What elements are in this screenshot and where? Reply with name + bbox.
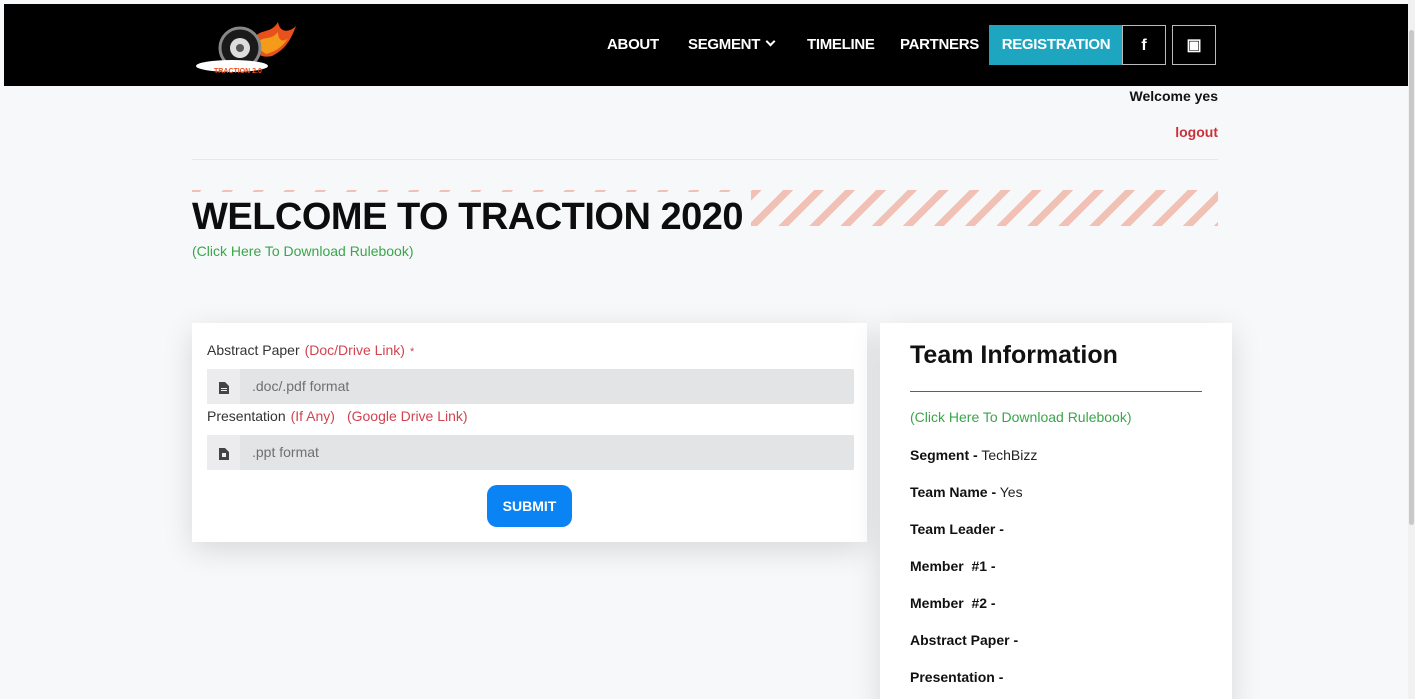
- row-label: Segment -: [910, 447, 978, 463]
- team-row-presentation: Presentation -: [910, 669, 1003, 685]
- logout-link[interactable]: logout: [1175, 124, 1218, 140]
- presentation-hint-drive: (Google Drive Link): [346, 408, 468, 424]
- nav-timeline[interactable]: TIMELINE: [807, 4, 875, 86]
- row-value: TechBizz: [981, 447, 1038, 463]
- row-label: Member #1 -: [910, 558, 996, 574]
- presentation-label-text: Presentation: [207, 408, 286, 424]
- team-title-underline: [910, 391, 1202, 392]
- nav-about[interactable]: ABOUT: [607, 4, 659, 86]
- team-row-team-leader: Team Leader -: [910, 521, 1004, 537]
- required-asterisk: *: [409, 346, 415, 358]
- welcome-user-text: Welcome yes: [1129, 88, 1218, 104]
- top-navbar: TRACTION 2.0 ABOUT SEGMENT TIMELINE PART…: [4, 4, 1408, 86]
- team-row-abstract-paper: Abstract Paper -: [910, 632, 1018, 648]
- abstract-hint: (Doc/Drive Link): [304, 342, 405, 358]
- row-label: Team Leader -: [910, 521, 1004, 537]
- abstract-paper-input[interactable]: .doc/.pdf format: [207, 369, 854, 404]
- team-row-team-name: Team Name - Yes: [910, 484, 1023, 500]
- row-value: Yes: [999, 484, 1023, 500]
- row-label: Abstract Paper -: [910, 632, 1019, 648]
- team-row-segment: Segment - TechBizz: [910, 447, 1037, 463]
- file-icon: [207, 369, 240, 404]
- discord-icon[interactable]: ▣: [1172, 25, 1216, 65]
- submit-button[interactable]: SUBMIT: [487, 485, 572, 527]
- row-label: Presentation -: [910, 669, 1004, 685]
- traction-logo[interactable]: TRACTION 2.0: [192, 16, 302, 78]
- scrollbar-thumb[interactable]: [1409, 30, 1414, 525]
- presentation-hint-optional: (If Any): [290, 408, 335, 424]
- download-rulebook-link[interactable]: (Click Here To Download Rulebook): [192, 243, 414, 259]
- team-info-title: Team Information: [910, 341, 1118, 369]
- facebook-icon[interactable]: f: [1122, 25, 1166, 65]
- nav-segment[interactable]: SEGMENT: [688, 4, 776, 86]
- file-icon: [207, 435, 240, 470]
- team-row-member-1: Member #1 -: [910, 558, 996, 574]
- row-label: Member #2 -: [910, 595, 996, 611]
- nav-segment-label: SEGMENT: [688, 36, 761, 53]
- page-title: WELCOME TO TRACTION 2020: [192, 192, 752, 242]
- presentation-input[interactable]: .ppt format: [207, 435, 854, 470]
- row-label: Team Name -: [910, 484, 997, 500]
- header-divider: [192, 159, 1218, 160]
- abstract-paper-label: Abstract Paper (Doc/Drive Link) *: [207, 342, 414, 358]
- nav-partners[interactable]: PARTNERS: [900, 4, 979, 86]
- team-row-member-2: Member #2 -: [910, 595, 996, 611]
- presentation-placeholder: .ppt format: [252, 444, 319, 460]
- presentation-label: Presentation (If Any) (Google Drive Link): [207, 408, 468, 424]
- submission-form: Abstract Paper (Doc/Drive Link) * .doc/.pd…: [192, 323, 867, 542]
- team-download-rulebook-link[interactable]: (Click Here To Download Rulebook): [910, 409, 1132, 425]
- team-information-card: Team Information (Click Here To Download…: [880, 323, 1232, 699]
- chevron-down-icon: [765, 36, 776, 47]
- logo-text: TRACTION 2.0: [214, 68, 262, 75]
- abstract-placeholder: .doc/.pdf format: [252, 378, 350, 394]
- registration-button[interactable]: REGISTRATION: [989, 25, 1123, 65]
- abstract-label-text: Abstract Paper: [207, 342, 300, 358]
